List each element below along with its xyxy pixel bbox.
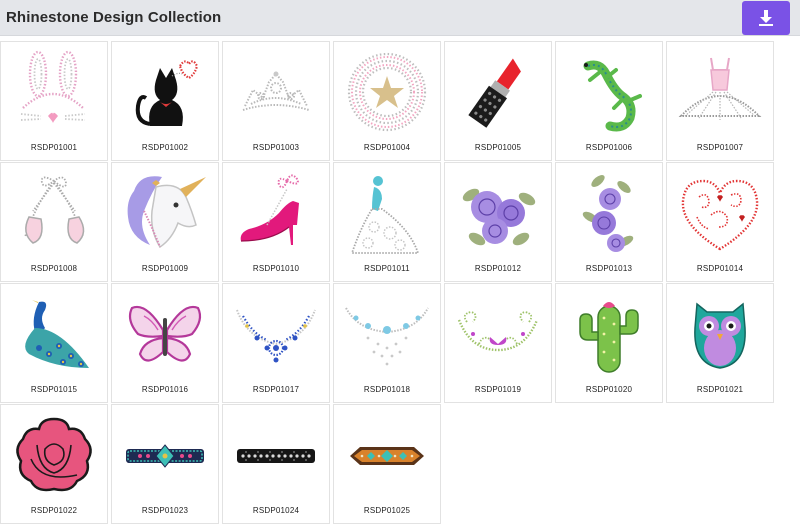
design-card[interactable]: RSDP01015 xyxy=(0,283,108,403)
peacock-icon xyxy=(25,300,89,368)
lipstick-icon xyxy=(468,58,521,128)
download-icon xyxy=(759,10,773,26)
page-title: Rhinestone Design Collection xyxy=(6,9,222,26)
design-card[interactable]: RSDP01010 xyxy=(222,162,330,282)
design-code: RSDP01016 xyxy=(141,385,189,394)
design-card[interactable]: RSDP01004 xyxy=(333,41,441,161)
design-code: RSDP01023 xyxy=(141,506,189,515)
design-code: RSDP01002 xyxy=(141,143,189,152)
unicorn-head-icon xyxy=(127,176,206,249)
design-code: RSDP01013 xyxy=(585,264,633,273)
design-card[interactable]: RSDP01018 xyxy=(333,283,441,403)
pink-rose-icon xyxy=(16,417,92,492)
design-card[interactable]: RSDP01002 xyxy=(111,41,219,161)
owl-icon xyxy=(694,302,746,369)
design-card[interactable]: RSDP01023 xyxy=(111,404,219,524)
design-code: RSDP01021 xyxy=(696,385,744,394)
blue-necklace-icon xyxy=(236,309,316,363)
aztec-band-icon xyxy=(350,447,424,465)
rose-flowers-icon xyxy=(462,188,536,246)
design-code: RSDP01014 xyxy=(696,264,744,273)
design-code: RSDP01009 xyxy=(141,264,189,273)
design-card[interactable]: RSDP01016 xyxy=(111,283,219,403)
design-code: RSDP01004 xyxy=(363,143,411,152)
floral-swag-icon xyxy=(457,311,539,352)
design-code: RSDP01011 xyxy=(364,264,410,273)
design-card[interactable]: RSDP01007 xyxy=(666,41,774,161)
design-card[interactable]: RSDP01025 xyxy=(333,404,441,524)
design-card[interactable]: RSDP01019 xyxy=(444,283,552,403)
design-card[interactable]: RSDP01005 xyxy=(444,41,552,161)
design-code: RSDP01006 xyxy=(585,143,633,152)
design-code: RSDP01022 xyxy=(30,506,78,515)
design-code: RSDP01018 xyxy=(363,385,411,394)
design-card[interactable]: RSDP01013 xyxy=(555,162,663,282)
design-card[interactable]: RSDP01009 xyxy=(111,162,219,282)
design-card[interactable]: RSDP01011 xyxy=(333,162,441,282)
design-code: RSDP01001 xyxy=(30,143,78,152)
design-card[interactable]: RSDP01003 xyxy=(222,41,330,161)
design-card[interactable]: RSDP01024 xyxy=(222,404,330,524)
star-burst-icon xyxy=(347,52,427,132)
gown-lady-icon xyxy=(350,176,420,254)
design-code: RSDP01005 xyxy=(474,143,522,152)
ballet-shoes-icon xyxy=(24,176,85,244)
teal-band-icon xyxy=(126,444,204,468)
design-card[interactable]: RSDP01020 xyxy=(555,283,663,403)
high-heel-shoe-icon xyxy=(240,174,299,245)
design-code: RSDP01015 xyxy=(30,385,78,394)
page-header: Rhinestone Design Collection xyxy=(0,0,800,36)
design-code: RSDP01003 xyxy=(252,143,300,152)
swirl-heart-icon xyxy=(681,179,759,251)
tutu-dress-icon xyxy=(678,57,762,120)
cactus-icon xyxy=(579,302,639,373)
design-code: RSDP01007 xyxy=(696,143,744,152)
design-card[interactable]: RSDP01014 xyxy=(666,162,774,282)
design-card[interactable]: RSDP01022 xyxy=(0,404,108,524)
cat-with-heart-icon xyxy=(135,60,199,126)
design-code: RSDP01024 xyxy=(252,506,300,515)
design-grid: RSDP01001 RSDP01002 RSDP01003 RSDP01004 … xyxy=(0,41,800,528)
design-code: RSDP01010 xyxy=(252,264,300,273)
design-card[interactable]: RSDP01012 xyxy=(444,162,552,282)
design-card[interactable]: RSDP01017 xyxy=(222,283,330,403)
download-button[interactable] xyxy=(742,1,790,35)
design-card[interactable]: RSDP01008 xyxy=(0,162,108,282)
design-code: RSDP01025 xyxy=(363,506,411,515)
bunny-ears-icon xyxy=(20,50,86,123)
design-code: RSDP01008 xyxy=(30,264,78,273)
design-card[interactable]: RSDP01001 xyxy=(0,41,108,161)
design-code: RSDP01019 xyxy=(474,385,522,394)
design-code: RSDP01012 xyxy=(474,264,522,273)
gecko-icon xyxy=(583,60,642,132)
design-card[interactable]: RSDP01021 xyxy=(666,283,774,403)
butterfly-icon xyxy=(128,305,202,362)
black-band-icon xyxy=(237,449,315,463)
design-card[interactable]: RSDP01006 xyxy=(555,41,663,161)
flower-cluster-icon xyxy=(582,175,634,252)
design-code: RSDP01017 xyxy=(252,385,300,394)
crystal-necklace-icon xyxy=(345,307,429,366)
tiara-icon xyxy=(242,71,310,111)
design-code: RSDP01020 xyxy=(585,385,633,394)
